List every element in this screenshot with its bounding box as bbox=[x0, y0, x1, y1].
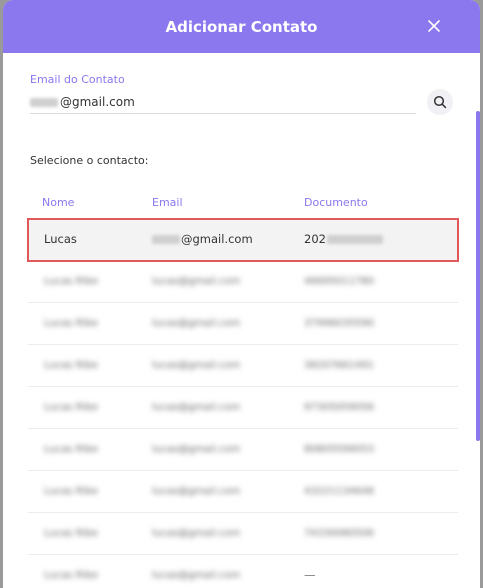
row-name: Lucas Ribe bbox=[44, 527, 98, 539]
column-header-name: Nome bbox=[42, 196, 75, 209]
row-name: Lucas Ribe bbox=[44, 275, 98, 287]
scrollbar[interactable] bbox=[476, 111, 480, 441]
email-redacted-part bbox=[30, 97, 58, 107]
contacts-table: Lucas @gmail.com 202 Lucas Ribe lucas@gm… bbox=[27, 218, 459, 588]
modal-title: Adicionar Contato bbox=[165, 17, 318, 36]
select-contact-label: Selecione o contacto: bbox=[30, 154, 149, 167]
row-name: Lucas bbox=[44, 232, 77, 246]
table-header: Nome Email Documento bbox=[28, 196, 458, 214]
email-redacted-part bbox=[152, 234, 180, 244]
row-email: @gmail.com bbox=[152, 232, 253, 246]
modal-content: Email do Contato @gmail.com Selecione o … bbox=[3, 53, 480, 588]
search-icon bbox=[433, 95, 447, 109]
row-name: Lucas Ribe bbox=[44, 401, 98, 413]
row-name: Lucas Ribe bbox=[44, 443, 98, 455]
row-email: lucas@gmail.com bbox=[152, 527, 241, 539]
row-name: Lucas Ribe bbox=[44, 485, 98, 497]
table-row[interactable]: Lucas Ribe lucas@gmail.com 97305059056 bbox=[28, 387, 458, 429]
row-name: Lucas Ribe bbox=[44, 317, 98, 329]
row-document: 37996035590 bbox=[304, 317, 374, 329]
row-document: 46695011780 bbox=[304, 275, 374, 287]
row-document: 38207661491 bbox=[304, 359, 374, 371]
row-email: lucas@gmail.com bbox=[152, 275, 241, 287]
table-row-selected[interactable]: Lucas @gmail.com 202 bbox=[27, 218, 459, 262]
row-email-suffix: @gmail.com bbox=[181, 232, 253, 246]
row-document: — bbox=[304, 568, 316, 582]
modal-header: Adicionar Contato bbox=[3, 0, 480, 53]
row-document-prefix: 202 bbox=[304, 232, 326, 246]
add-contact-modal: Adicionar Contato Email do Contato @gmai… bbox=[3, 0, 480, 588]
table-row[interactable]: Lucas Ribe lucas@gmail.com 46695011780 bbox=[28, 261, 458, 303]
table-row[interactable]: Lucas Ribe lucas@gmail.com 37996035590 bbox=[28, 303, 458, 345]
column-header-email: Email bbox=[152, 196, 183, 209]
table-row[interactable]: Lucas Ribe lucas@gmail.com 38207661491 bbox=[28, 345, 458, 387]
row-name: Lucas Ribe bbox=[44, 359, 98, 371]
row-email: lucas@gmail.com bbox=[152, 485, 241, 497]
row-document: 202 bbox=[304, 232, 383, 246]
column-header-document: Documento bbox=[304, 196, 368, 209]
table-row[interactable]: Lucas Ribe lucas@gmail.com 80805599053 bbox=[28, 429, 458, 471]
document-redacted-part bbox=[326, 234, 383, 244]
table-row[interactable]: Lucas Ribe lucas@gmail.com 43221134648 bbox=[28, 471, 458, 513]
search-button[interactable] bbox=[427, 89, 453, 115]
row-name: Lucas Ribe bbox=[44, 569, 98, 581]
row-email: lucas@gmail.com bbox=[152, 317, 241, 329]
email-field[interactable]: @gmail.com bbox=[30, 91, 416, 114]
row-email: lucas@gmail.com bbox=[152, 443, 241, 455]
table-row[interactable]: Lucas Ribe lucas@gmail.com — bbox=[28, 555, 458, 588]
email-field-label: Email do Contato bbox=[30, 73, 125, 86]
row-document: 43221134648 bbox=[304, 485, 374, 497]
row-email: lucas@gmail.com bbox=[152, 569, 241, 581]
row-email: lucas@gmail.com bbox=[152, 359, 241, 371]
row-document: 74330080506 bbox=[304, 527, 374, 539]
table-row[interactable]: Lucas Ribe lucas@gmail.com 74330080506 bbox=[28, 513, 458, 555]
close-icon bbox=[428, 20, 440, 32]
row-email: lucas@gmail.com bbox=[152, 401, 241, 413]
row-document: 80805599053 bbox=[304, 443, 374, 455]
email-field-value: @gmail.com bbox=[60, 95, 135, 109]
close-button[interactable] bbox=[426, 18, 442, 34]
row-document: 97305059056 bbox=[304, 401, 374, 413]
